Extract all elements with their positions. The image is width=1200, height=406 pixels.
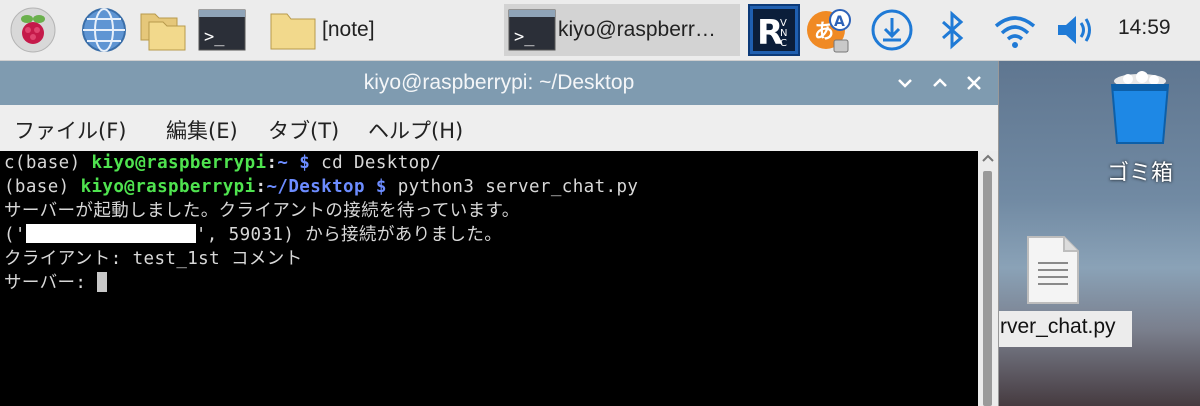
terminal-line: サーバー: — [4, 271, 108, 295]
task-terminal-label: kiyo@raspberr… — [558, 18, 716, 41]
desktop-trash[interactable] — [1102, 71, 1178, 151]
file-manager-launcher[interactable] — [137, 4, 189, 56]
task-note[interactable]: [note] — [268, 4, 498, 56]
env-prefix: (base) — [4, 177, 81, 197]
env-prefix: c(base) — [4, 153, 92, 173]
prompt-separator: : — [255, 177, 267, 197]
terminal-icon: >_ — [508, 9, 556, 51]
volume-tray-button[interactable] — [1050, 6, 1098, 54]
trash-icon — [1110, 71, 1170, 144]
redaction-box — [25, 224, 196, 243]
desktop-trash-label: ゴミ箱 — [1107, 161, 1174, 186]
clock[interactable]: 14:59 — [1118, 16, 1171, 40]
menu-tabs[interactable]: タブ(T) — [268, 115, 339, 145]
desktop-file[interactable] — [1026, 235, 1080, 305]
task-note-label: [note] — [322, 18, 375, 41]
window-title: kiyo@raspberrypi: ~/Desktop — [363, 71, 635, 94]
scroll-thumb[interactable] — [983, 171, 992, 406]
svg-text:>_: >_ — [514, 27, 535, 47]
terminal-line: c(base) kiyo@raspberrypi:~ $ cd Desktop/ — [4, 151, 441, 175]
folder-icon — [270, 13, 316, 50]
menu-edit[interactable]: 編集(E) — [166, 115, 238, 145]
bluetooth-tray-button[interactable] — [928, 6, 976, 54]
desktop-file-label: rver_chat.py — [1000, 315, 1116, 338]
svg-text:>_: >_ — [204, 27, 225, 47]
minimize-button[interactable] — [893, 71, 917, 95]
scroll-up-arrow-icon[interactable] — [982, 153, 994, 163]
task-terminal[interactable]: >_ kiyo@raspberr… — [504, 4, 740, 56]
terminal-line: (' ', 59031) から接続がありました。 — [4, 223, 502, 247]
vnc-tray-button[interactable]: R V N C — [748, 4, 800, 56]
raspberry-icon — [10, 7, 56, 53]
prompt-symbol: $ — [288, 153, 322, 173]
output-text: (' — [4, 225, 26, 245]
terminal-icon: >_ — [198, 9, 246, 51]
server-input-prompt: サーバー: — [4, 273, 98, 293]
terminal-line: (base) kiyo@raspberrypi:~/Desktop $ pyth… — [4, 175, 638, 199]
prompt-symbol: $ — [364, 177, 398, 197]
svg-text:A: A — [834, 14, 845, 30]
close-button[interactable] — [962, 71, 986, 95]
window-titlebar[interactable]: kiyo@raspberrypi: ~/Desktop — [0, 61, 998, 105]
terminal-output[interactable]: c(base) kiyo@raspberrypi:~ $ cd Desktop/… — [0, 151, 978, 406]
speaker-icon — [1058, 16, 1091, 44]
taskbar: >_ [note] >_ kiyo@raspberr… R V N C あ A … — [0, 0, 1200, 61]
browser-launcher[interactable] — [78, 4, 130, 56]
input-method-icon: あ A — [807, 9, 851, 53]
text-file-icon — [1027, 236, 1079, 304]
terminal-launcher[interactable]: >_ — [196, 4, 248, 56]
output-text: ', 59031) から接続がありました。 — [195, 225, 503, 245]
menu-help[interactable]: ヘルプ(H) — [368, 115, 463, 145]
menu-file[interactable]: ファイル(F) — [14, 115, 126, 145]
desktop-file-label-box: rver_chat.py — [998, 311, 1132, 347]
terminal-line: サーバーが起動しました。クライアントの接続を待っています。 — [4, 201, 520, 221]
prompt-path: ~ — [277, 153, 289, 173]
bluetooth-icon — [942, 10, 964, 50]
updates-tray-button[interactable] — [868, 6, 916, 54]
command-text: cd Desktop/ — [321, 153, 442, 173]
download-icon — [871, 9, 913, 51]
maximize-button[interactable] — [928, 71, 952, 95]
vnc-icon: R V N C — [748, 4, 800, 56]
globe-icon — [82, 8, 126, 52]
wifi-tray-button[interactable] — [990, 6, 1038, 54]
terminal-window: kiyo@raspberrypi: ~/Desktop ファイル(F) 編集(E… — [0, 61, 999, 406]
terminal-line: クライアント: test_1st コメント — [4, 249, 303, 269]
prompt-path: ~/Desktop — [266, 177, 365, 197]
command-text: python3 server_chat.py — [397, 177, 639, 197]
folders-icon — [140, 13, 186, 51]
raspberry-menu-button[interactable] — [6, 4, 60, 56]
text-cursor — [97, 272, 108, 292]
prompt-user: kiyo@raspberrypi — [91, 153, 267, 173]
terminal-scrollbar[interactable] — [978, 151, 998, 406]
menubar: ファイル(F) 編集(E) タブ(T) ヘルプ(H) — [0, 105, 998, 151]
prompt-separator: : — [266, 153, 278, 173]
input-method-tray-button[interactable]: あ A — [804, 6, 852, 54]
svg-text:C: C — [780, 38, 787, 49]
wifi-icon — [994, 16, 1036, 48]
prompt-user: kiyo@raspberrypi — [80, 177, 256, 197]
